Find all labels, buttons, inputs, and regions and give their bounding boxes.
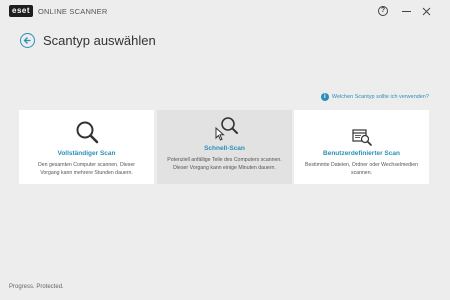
quick-scan-card[interactable]: Schnell-Scan Potenziell anfällige Teile … [157,110,292,184]
quick-scan-title: Schnell-Scan [204,145,245,152]
scan-type-help-link[interactable]: i Welchen Scantyp sollte ich verwenden? [320,93,429,101]
title-bar: eset ONLINE SCANNER ? [0,0,450,22]
full-scan-description: Den gesamten Computer scannen. Dieser Vo… [38,162,135,176]
info-icon: i [320,93,329,101]
full-scan-card[interactable]: Vollständiger Scan Den gesamten Computer… [19,110,154,184]
question-icon: ? [378,6,388,16]
eset-logo: eset [9,5,34,17]
back-button[interactable] [20,33,35,48]
close-button[interactable] [419,4,433,18]
magnifier-cursor-icon [215,117,238,141]
magnifier-icon [76,121,98,144]
custom-scan-title: Benutzerdefinierter Scan [323,150,400,157]
minimize-button[interactable] [399,4,413,18]
quick-scan-description: Potenziell anfällige Teile des Computers… [167,157,282,171]
minimize-icon [401,10,411,12]
full-scan-title: Vollständiger Scan [57,150,116,157]
page-title: Scantyp auswählen [43,33,156,48]
close-icon [422,7,430,15]
custom-scan-description: Bestimmte Dateien, Ordner oder Wechselme… [305,162,418,176]
arrow-left-icon [23,37,31,44]
page-header: Scantyp auswählen [20,33,156,48]
footer-tagline: Progress. Protected. [9,284,64,290]
app-logo: eset ONLINE SCANNER [9,5,108,17]
app-name: ONLINE SCANNER [38,6,108,16]
custom-scan-card[interactable]: Benutzerdefinierter Scan Bestimmte Datei… [294,110,429,184]
help-button[interactable]: ? [376,4,390,18]
help-link-text: Welchen Scantyp sollte ich verwenden? [331,94,429,100]
document-magnifier-icon [351,129,372,146]
